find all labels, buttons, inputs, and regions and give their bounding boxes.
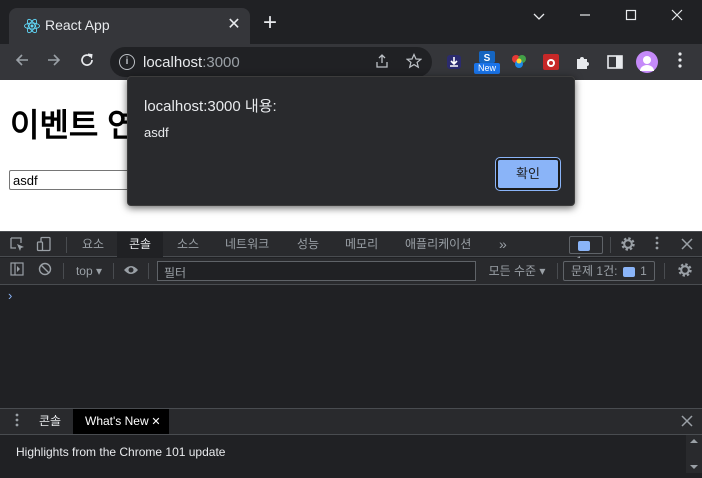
drawer-tab-label: What's New	[85, 414, 149, 428]
device-toolbar-icon[interactable]	[35, 236, 53, 254]
tab-search-icon[interactable]	[516, 4, 562, 28]
settings-gear-icon[interactable]	[619, 236, 637, 254]
tab-title: React App	[45, 17, 110, 33]
context-label: top	[75, 264, 93, 278]
filter-input[interactable]: 필터	[157, 261, 476, 281]
console-settings-gear-icon[interactable]	[676, 262, 694, 280]
alert-message: asdf	[144, 125, 169, 140]
tab-memory[interactable]: 메모리	[333, 232, 390, 257]
bookmark-star-icon[interactable]	[405, 53, 423, 71]
drawer-tab-bar: 콘솔 What's New ✕	[0, 408, 702, 435]
drawer-menu-icon[interactable]	[8, 413, 26, 431]
bug-extension-icon[interactable]	[542, 53, 560, 71]
console-prompt-icon[interactable]: ›	[8, 288, 12, 303]
devtools-menu-icon[interactable]	[648, 236, 666, 254]
log-level-dropdown[interactable]: 모든 수준 ▾	[484, 262, 550, 280]
toolbar-divider	[113, 263, 114, 279]
browser-menu-icon[interactable]	[666, 48, 694, 76]
issue-icon	[622, 266, 635, 277]
toolbar-divider	[66, 237, 67, 253]
drawer-tab-close-icon[interactable]: ✕	[147, 413, 165, 431]
address-bar[interactable]: i localhost:3000	[110, 47, 432, 77]
minimize-icon[interactable]	[562, 4, 608, 28]
clear-console-icon[interactable]	[36, 262, 54, 280]
tab-network[interactable]: 네트워크	[213, 232, 281, 257]
devtools-tab-bar: 요소 콘솔 소스 네트워크 성능 메모리 애플리케이션 » 1	[0, 231, 702, 268]
site-info-icon[interactable]: i	[119, 54, 135, 70]
message-count-badge[interactable]: 1	[569, 236, 603, 268]
new-extension-icon[interactable]: S New	[474, 50, 500, 76]
toolbar-divider	[557, 263, 558, 279]
back-arrow-icon[interactable]	[8, 48, 36, 76]
share-icon[interactable]	[373, 53, 391, 71]
toolbar-divider	[610, 237, 611, 253]
console-toolbar: top ▾ 필터 모든 수준 ▾ 문제 1건: 1	[0, 258, 702, 285]
tab-console[interactable]: 콘솔	[117, 232, 164, 257]
devtools-panel: 요소 콘솔 소스 네트워크 성능 메모리 애플리케이션 » 1 top ▾	[0, 231, 702, 473]
url-port: :3000	[202, 54, 240, 71]
browser-tab[interactable]: React App ✕	[9, 8, 250, 44]
url-host: localhost	[143, 54, 203, 71]
drawer-tab-console[interactable]: 콘솔	[27, 409, 73, 434]
close-devtools-icon[interactable]	[678, 236, 696, 254]
tab-elements[interactable]: 요소	[70, 232, 116, 257]
profile-avatar[interactable]	[636, 51, 658, 73]
side-panel-icon[interactable]	[606, 53, 624, 71]
react-logo-icon	[24, 18, 40, 34]
more-tabs-icon[interactable]: »	[487, 232, 519, 257]
context-selector[interactable]: top ▾	[70, 262, 108, 280]
forward-arrow-icon[interactable]	[40, 48, 68, 76]
maximize-icon[interactable]	[608, 4, 654, 28]
download-extension-icon[interactable]	[445, 53, 463, 71]
browser-toolbar: i localhost:3000 S New	[0, 44, 702, 80]
log-level-label: 모든 수준	[488, 264, 537, 278]
new-badge: New	[474, 63, 500, 74]
tab-performance[interactable]: 성능	[285, 232, 331, 257]
new-tab-button[interactable]: +	[258, 11, 282, 36]
reload-icon[interactable]	[73, 48, 101, 76]
extensions-puzzle-icon[interactable]	[574, 53, 592, 71]
toolbar-divider	[664, 263, 665, 279]
toolbar-divider	[148, 263, 149, 279]
message-icon	[578, 240, 590, 251]
tab-application[interactable]: 애플리케이션	[393, 232, 483, 257]
console-output[interactable]: ›	[0, 286, 702, 408]
inspect-element-icon[interactable]	[8, 236, 26, 254]
issues-label: 문제 1건:	[571, 264, 618, 278]
whats-new-panel: Highlights from the Chrome 101 update	[0, 435, 702, 473]
alert-ok-button[interactable]: 확인	[495, 157, 561, 191]
toolbar-divider	[63, 263, 64, 279]
window-close-icon[interactable]	[654, 4, 700, 28]
drawer-scrollbar[interactable]	[686, 435, 702, 473]
page-heading: 이벤트 연	[10, 107, 137, 143]
alert-dialog: localhost:3000 내용: asdf 확인	[127, 76, 575, 206]
tab-strip: React App ✕ +	[0, 0, 702, 44]
issues-badge[interactable]: 문제 1건: 1	[563, 261, 655, 281]
color-extension-icon[interactable]	[510, 53, 528, 71]
sidebar-toggle-icon[interactable]	[8, 262, 26, 280]
tab-close-icon[interactable]: ✕	[224, 15, 244, 35]
alert-title: localhost:3000 내용:	[144, 98, 277, 115]
url-text: localhost:3000	[143, 54, 240, 71]
whats-new-headline: Highlights from the Chrome 101 update	[16, 445, 226, 459]
close-drawer-icon[interactable]	[678, 413, 696, 431]
tab-sources[interactable]: 소스	[165, 232, 211, 257]
issues-count: 1	[640, 264, 647, 278]
live-expression-eye-icon[interactable]	[122, 262, 140, 280]
